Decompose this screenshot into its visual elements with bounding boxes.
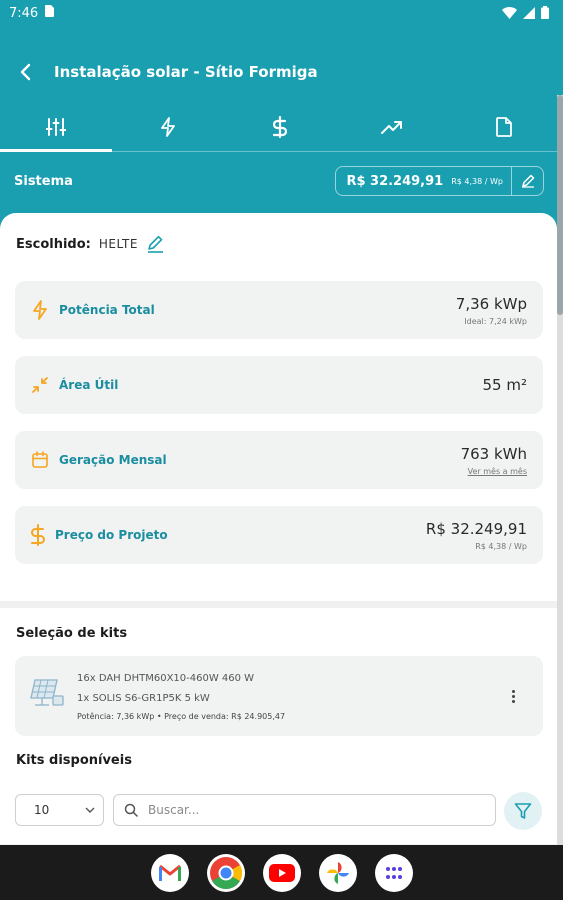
system-details-card: Escolhido: HELTE Potência Total 7,36 kWp… — [0, 213, 557, 601]
dollar-icon — [31, 524, 45, 546]
app-bar: Instalação solar - Sítio Formiga — [0, 52, 563, 92]
search-input[interactable] — [148, 803, 478, 817]
tab-divider — [0, 151, 560, 152]
monthly-breakdown-link[interactable]: Ver mês a mês — [461, 467, 527, 476]
compress-icon — [32, 377, 48, 393]
kit-summary-line: Potência: 7,36 kWp • Preço de venda: R$ … — [77, 712, 286, 721]
selected-kit-card[interactable]: 16x DAH DHTM60X10-460W 460 W 1x SOLIS S6… — [15, 656, 543, 736]
kit-more-options-button[interactable] — [505, 686, 521, 706]
sliders-icon — [46, 118, 66, 136]
system-price-pill: R$ 32.249,91 R$ 4,38 / Wp — [335, 166, 544, 196]
filter-button[interactable] — [504, 792, 542, 830]
metric-total-power: Potência Total 7,36 kWp Ideal: 7,24 kWp — [15, 281, 543, 339]
chrome-app-icon[interactable] — [206, 853, 245, 892]
app-dock — [0, 845, 563, 900]
scrollbar[interactable] — [557, 95, 563, 845]
tab-documents[interactable] — [448, 102, 560, 152]
system-price: R$ 32.249,91 — [346, 173, 444, 189]
gmail-app-icon[interactable] — [150, 853, 189, 892]
youtube-app-icon[interactable] — [262, 853, 301, 892]
metric-project-price: Preço do Projeto R$ 32.249,91 R$ 4,38 / … — [15, 506, 543, 564]
chosen-value: HELTE — [98, 237, 138, 251]
kit-inverter-line: 1x SOLIS S6-GR1P5K 5 kW — [77, 693, 210, 704]
system-price-per-wp: R$ 4,38 / Wp — [451, 176, 503, 186]
edit-chosen-button[interactable] — [146, 235, 164, 253]
kits-section-title: Seleção de kits — [16, 626, 128, 641]
metric-monthly-generation: Geração Mensal 763 kWh Ver mês a mês — [15, 431, 543, 489]
photos-app-icon[interactable] — [318, 853, 357, 892]
lightning-icon — [33, 300, 47, 320]
signal-icon — [523, 4, 535, 23]
metric-sub: R$ 4,38 / Wp — [475, 541, 527, 551]
scrollbar-thumb[interactable] — [557, 95, 563, 315]
app-drawer-icon[interactable] — [374, 853, 413, 892]
system-summary: Sistema R$ 32.249,91 R$ 4,38 / Wp — [0, 162, 560, 200]
kits-section: Seleção de kits 16x DAH DHTM60X10-460W 4… — [0, 608, 557, 844]
status-time: 7:46 — [9, 5, 39, 21]
page-size-value: 10 — [34, 803, 50, 817]
metric-label: Potência Total — [59, 303, 155, 317]
metric-useful-area: Área Útil 55 m² — [15, 356, 543, 414]
metric-value: 763 kWh — [460, 444, 527, 463]
search-field[interactable] — [113, 794, 496, 826]
wifi-icon — [502, 4, 517, 23]
dollar-icon — [273, 116, 287, 138]
kit-module-line: 16x DAH DHTM60X10-460W 460 W — [77, 673, 255, 684]
search-icon — [124, 803, 138, 817]
chevron-down-icon — [85, 807, 95, 813]
edit-price-button[interactable] — [511, 167, 543, 195]
tab-system[interactable] — [112, 102, 224, 152]
chosen-label: Escolhido: — [16, 236, 91, 252]
chosen-row: Escolhido: HELTE — [16, 235, 164, 253]
tab-configuration[interactable] — [0, 102, 112, 152]
metric-value: 55 m² — [482, 376, 527, 394]
tab-financial[interactable] — [224, 102, 336, 152]
system-label: Sistema — [14, 173, 73, 189]
available-kits-title: Kits disponíveis — [16, 753, 132, 768]
back-button[interactable] — [12, 59, 38, 85]
status-bar: 7:46 — [0, 0, 563, 26]
sim-card-icon — [44, 5, 55, 21]
battery-icon — [541, 4, 549, 23]
chevron-left-icon — [20, 63, 31, 81]
calendar-icon — [32, 451, 48, 468]
tab-bar — [0, 102, 560, 152]
page-size-select[interactable]: 10 — [15, 794, 104, 826]
pencil-icon — [147, 235, 163, 253]
trending-up-icon — [381, 121, 402, 134]
metric-sub: Ideal: 7,24 kWp — [464, 316, 527, 326]
page-title: Instalação solar - Sítio Formiga — [54, 63, 318, 81]
pencil-icon — [521, 174, 534, 188]
filter-icon — [514, 803, 532, 819]
metric-label: Área Útil — [59, 378, 119, 392]
lightning-icon — [161, 117, 175, 137]
metric-value: R$ 32.249,91 — [425, 519, 527, 538]
metric-label: Geração Mensal — [59, 453, 167, 467]
solar-panel-icon — [29, 676, 65, 712]
metric-label: Preço do Projeto — [55, 528, 168, 542]
metric-value: 7,36 kWp — [455, 294, 527, 313]
document-icon — [496, 117, 512, 137]
tab-returns[interactable] — [336, 102, 448, 152]
